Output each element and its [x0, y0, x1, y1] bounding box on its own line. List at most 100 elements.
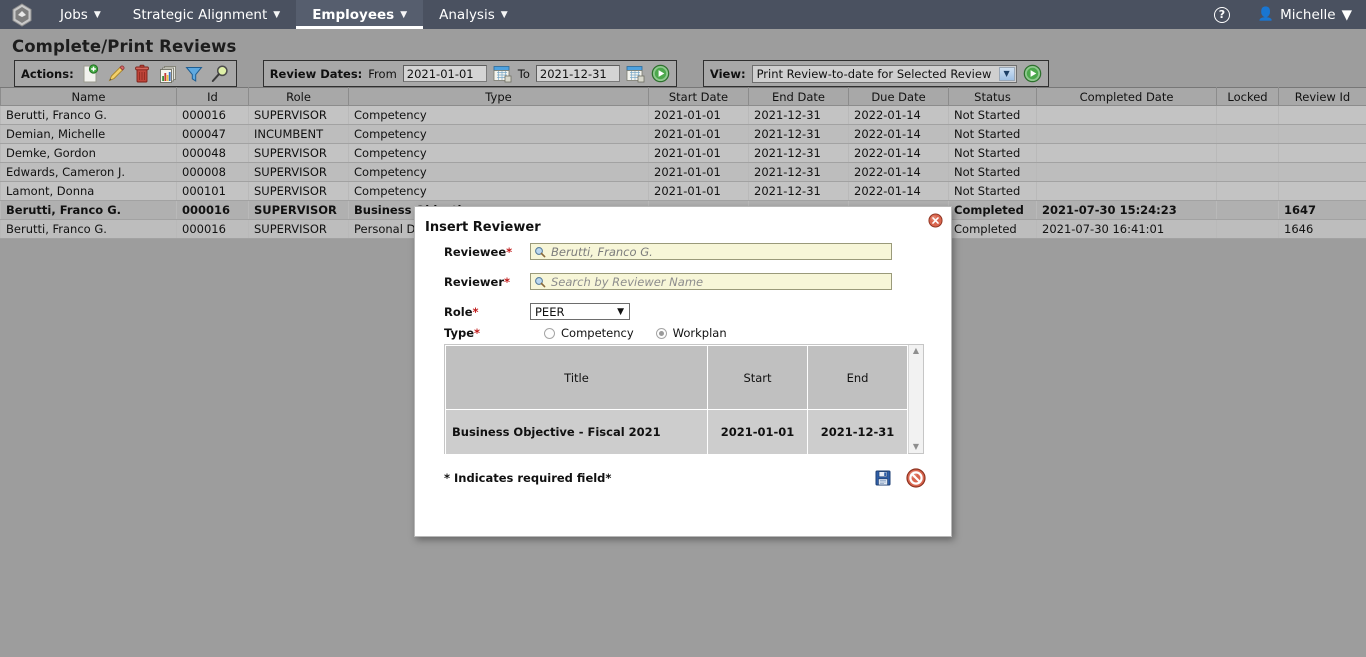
close-icon[interactable] — [928, 213, 943, 228]
search-magnifier-icon — [535, 276, 546, 287]
cell-completed — [1036, 105, 1217, 125]
cell-role: SUPERVISOR — [248, 200, 349, 220]
cell-name: Berutti, Franco G. — [0, 105, 177, 125]
objectives-column-end[interactable]: End — [807, 345, 908, 410]
column-header-review-id[interactable]: Review Id — [1278, 87, 1366, 106]
to-date-input[interactable] — [535, 65, 620, 82]
radio-workplan[interactable] — [655, 327, 667, 339]
table-row[interactable]: Edwards, Cameron J. 000008 SUPERVISOR Co… — [0, 162, 1366, 182]
cell-status: Completed — [948, 219, 1037, 239]
user-name-label: Michelle — [1280, 6, 1336, 23]
dialog-title: Insert Reviewer — [425, 220, 541, 235]
cancel-forbidden-icon[interactable] — [906, 468, 926, 488]
cell-status: Not Started — [948, 105, 1037, 125]
dialog-footer: * Indicates required field* — [415, 468, 951, 488]
scroll-up-icon[interactable]: ▲ — [913, 347, 919, 355]
view-label: View: — [709, 66, 746, 81]
reviewee-input[interactable]: Berutti, Franco G. — [530, 243, 892, 260]
user-menu[interactable]: 👤 Michelle ▼ — [1240, 7, 1352, 23]
calendar-icon[interactable] — [626, 65, 645, 83]
cell-type: Competency — [348, 181, 649, 201]
nav-item-jobs[interactable]: Jobs ▼ — [44, 0, 117, 29]
table-row[interactable]: Berutti, Franco G. 000016 SUPERVISOR Com… — [0, 105, 1366, 125]
column-header-type[interactable]: Type — [348, 87, 649, 106]
cell-completed: 2021-07-30 15:24:23 — [1036, 200, 1217, 220]
cell-completed — [1036, 143, 1217, 163]
cell-id: 000016 — [176, 200, 249, 220]
edit-pencil-icon[interactable] — [106, 64, 126, 84]
table-row[interactable]: Demian, Michelle 000047 INCUMBENT Compet… — [0, 124, 1366, 144]
cell-name: Demian, Michelle — [0, 124, 177, 144]
cell-type: Competency — [348, 162, 649, 182]
new-document-icon[interactable] — [80, 63, 100, 84]
objectives-row[interactable]: Business Objective - Fiscal 2021 2021-01… — [445, 409, 908, 455]
reports-icon[interactable] — [158, 64, 178, 84]
cell-locked — [1216, 219, 1279, 239]
chevron-down-icon: ▼ — [1341, 6, 1352, 23]
hexagon-logo-icon — [12, 2, 32, 27]
cell-review-id: 1646 — [1278, 219, 1366, 239]
radio-competency[interactable] — [544, 327, 555, 339]
role-label: Role* — [415, 305, 530, 319]
nav-item-label: Analysis — [439, 6, 495, 23]
cell-start: 2021-01-01 — [648, 162, 749, 182]
column-header-end-date[interactable]: End Date — [748, 87, 849, 106]
scroll-down-icon[interactable]: ▼ — [913, 443, 919, 451]
cell-due: 2022-01-14 — [848, 105, 949, 125]
objectives-cell-start: 2021-01-01 — [707, 409, 808, 455]
calendar-icon[interactable] — [493, 65, 512, 83]
cell-type: Competency — [348, 124, 649, 144]
go-play-icon[interactable] — [1023, 64, 1042, 83]
nav-item-strategic-alignment[interactable]: Strategic Alignment ▼ — [117, 0, 296, 29]
objectives-scrollbar[interactable]: ▲ ▼ — [908, 345, 923, 453]
app-logo[interactable] — [0, 0, 44, 29]
nav-item-employees[interactable]: Employees ▼ — [296, 0, 424, 29]
cell-review-id — [1278, 124, 1366, 144]
cell-id: 000016 — [176, 219, 249, 239]
help-icon[interactable]: ? — [1213, 6, 1230, 23]
cell-locked — [1216, 162, 1279, 182]
column-header-completed-date[interactable]: Completed Date — [1036, 87, 1217, 106]
objectives-column-start[interactable]: Start — [707, 345, 808, 410]
filter-funnel-icon[interactable] — [184, 64, 204, 84]
chevron-down-icon: ▼ — [400, 9, 408, 20]
go-play-icon[interactable] — [651, 64, 670, 83]
view-select[interactable]: Print Review-to-date for Selected Review… — [751, 64, 1017, 83]
table-header-row: Name Id Role Type Start Date End Date Du… — [0, 87, 1366, 106]
table-row[interactable]: Demke, Gordon 000048 SUPERVISOR Competen… — [0, 143, 1366, 163]
column-header-start-date[interactable]: Start Date — [648, 87, 749, 106]
save-floppy-icon[interactable] — [875, 470, 891, 486]
column-header-role[interactable]: Role — [248, 87, 349, 106]
toolbar-gap-1 — [237, 60, 263, 87]
nav-item-label: Jobs — [60, 6, 88, 23]
column-header-name[interactable]: Name — [0, 87, 177, 106]
cell-role: SUPERVISOR — [248, 162, 349, 182]
review-dates-group: Review Dates: From To — [262, 60, 677, 87]
cell-id: 000101 — [176, 181, 249, 201]
delete-trash-icon[interactable] — [132, 64, 152, 84]
column-header-due-date[interactable]: Due Date — [848, 87, 949, 106]
reviewer-label-text: Reviewer — [444, 274, 504, 289]
table-row[interactable]: Lamont, Donna 000101 SUPERVISOR Competen… — [0, 181, 1366, 201]
column-header-status[interactable]: Status — [948, 87, 1037, 106]
cell-id: 000016 — [176, 105, 249, 125]
reviewer-input[interactable]: Search by Reviewer Name — [530, 273, 892, 290]
role-row: Role* PEER ▼ — [415, 303, 951, 320]
from-label: From — [368, 66, 397, 81]
cell-locked — [1216, 181, 1279, 201]
top-navigation-bar: Jobs ▼ Strategic Alignment ▼ Employees ▼… — [0, 0, 1366, 29]
nav-item-analysis[interactable]: Analysis ▼ — [423, 0, 524, 29]
objectives-column-title[interactable]: Title — [445, 345, 708, 410]
column-header-locked[interactable]: Locked — [1216, 87, 1279, 106]
required-marker: * — [472, 304, 479, 319]
role-select-value: PEER — [535, 304, 565, 319]
search-magnifier-icon — [535, 246, 546, 257]
avatar-icon: 👤 — [1257, 7, 1275, 22]
review-dates-label: Review Dates: — [269, 66, 363, 81]
role-select[interactable]: PEER ▼ — [530, 303, 630, 320]
from-date-input[interactable] — [402, 65, 487, 82]
chevron-down-icon: ▼ — [617, 306, 624, 317]
cell-start: 2021-01-01 — [648, 143, 749, 163]
column-header-id[interactable]: Id — [176, 87, 249, 106]
search-magnifier-icon[interactable] — [210, 64, 230, 84]
